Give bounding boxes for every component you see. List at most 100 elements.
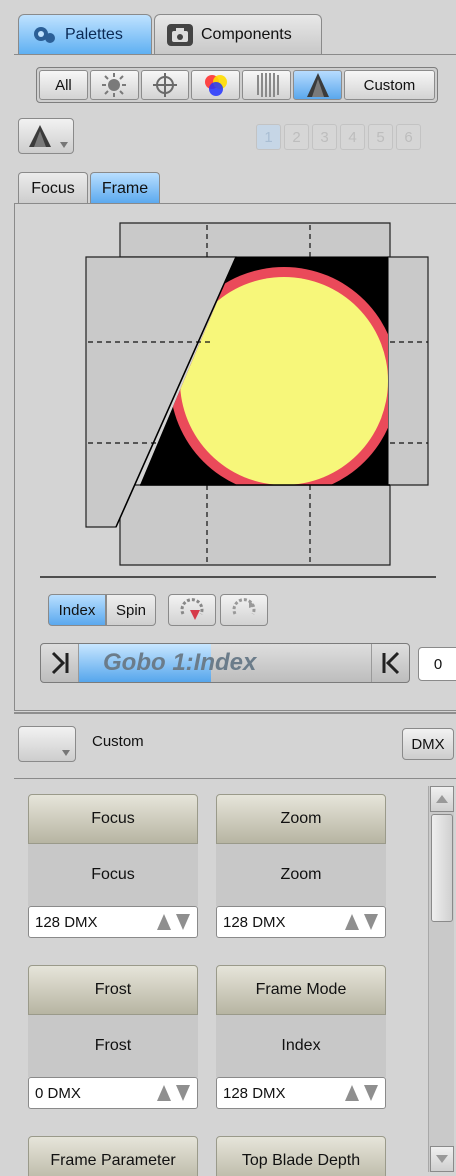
param-header: Frame Parameter xyxy=(28,1136,198,1176)
param-header: Frame Mode xyxy=(216,965,386,1015)
dmx-button-label: DMX xyxy=(411,735,445,753)
chevron-up-icon xyxy=(436,795,448,803)
param-value[interactable]: Zoom xyxy=(216,844,386,906)
tab-palettes[interactable]: Palettes xyxy=(18,14,152,54)
palette-type-dropdown[interactable] xyxy=(18,118,74,154)
param-header-label: Focus xyxy=(91,810,135,827)
index-mode-label: Index xyxy=(58,601,96,619)
tab-frame-label: Frame xyxy=(101,179,149,197)
dmx-value: 128 DMX xyxy=(223,913,286,931)
right-blade xyxy=(387,256,429,486)
page-label: 6 xyxy=(404,128,413,146)
fader-label: Gobo 1:Index xyxy=(103,649,257,676)
chevron-down-icon xyxy=(62,750,70,756)
param-value-label: Focus xyxy=(91,866,135,883)
param-card: Frost Frost 0 DMX xyxy=(28,965,198,1109)
param-header: Top Blade Depth xyxy=(216,1136,386,1176)
param-header: Focus xyxy=(28,794,198,844)
rotate-right-button[interactable] xyxy=(220,594,268,626)
arrow-up-icon[interactable] xyxy=(344,913,360,931)
dmx-value: 128 DMX xyxy=(223,1084,286,1102)
arrow-down-icon[interactable] xyxy=(175,913,191,931)
rotate-cw-icon xyxy=(232,598,256,615)
arrow-down-icon[interactable] xyxy=(363,1084,379,1102)
param-card: Focus Focus 128 DMX xyxy=(28,794,198,938)
page-button-2[interactable]: 2 xyxy=(284,124,309,150)
dmx-value: 128 DMX xyxy=(35,913,98,931)
arrow-up-icon[interactable] xyxy=(344,1084,360,1102)
skip-min-icon xyxy=(51,651,68,675)
framing-shutter-diagram[interactable] xyxy=(40,215,440,585)
dmx-value: 0 DMX xyxy=(35,1084,81,1102)
page-label: 3 xyxy=(320,128,329,146)
param-card: Top Blade Depth xyxy=(216,1136,386,1176)
page-label: 1 xyxy=(264,128,273,146)
scroll-down-button[interactable] xyxy=(430,1146,454,1172)
tab-focus[interactable]: Focus xyxy=(18,172,88,204)
page-selector: 1 2 3 4 5 6 xyxy=(256,124,421,150)
page-button-3[interactable]: 3 xyxy=(312,124,337,150)
custom-section-label: Custom xyxy=(92,733,144,750)
color-icon xyxy=(204,75,227,96)
filter-custom-button[interactable]: Custom xyxy=(343,70,435,100)
param-card: Zoom Zoom 128 DMX xyxy=(216,794,386,938)
filter-all-button[interactable]: All xyxy=(39,70,88,100)
dmx-spinbox[interactable]: 128 DMX xyxy=(28,906,198,938)
top-blade xyxy=(119,222,391,258)
filter-color-button[interactable] xyxy=(191,70,241,100)
arrow-up-icon[interactable] xyxy=(156,913,172,931)
spin-mode-button[interactable]: Spin xyxy=(106,594,156,626)
tab-components[interactable]: Components xyxy=(154,14,322,54)
fader-min-button[interactable] xyxy=(41,644,79,682)
chevron-down-icon xyxy=(60,142,68,148)
arrow-up-icon[interactable] xyxy=(156,1084,172,1102)
param-header-label: Zoom xyxy=(280,810,322,827)
tab-focus-label: Focus xyxy=(31,179,75,197)
scroll-thumb[interactable] xyxy=(431,814,453,922)
fader-value-input[interactable]: 0 xyxy=(418,647,456,681)
fader-value: 0 xyxy=(433,655,443,673)
page-button-1[interactable]: 1 xyxy=(256,124,281,150)
custom-group-dropdown[interactable] xyxy=(18,726,76,762)
param-header-label: Frost xyxy=(94,981,132,998)
scroll-up-button[interactable] xyxy=(430,786,454,812)
rotate-left-button[interactable] xyxy=(168,594,216,626)
param-header: Zoom xyxy=(216,794,386,844)
index-mode-button[interactable]: Index xyxy=(48,594,106,626)
page-button-5[interactable]: 5 xyxy=(368,124,393,150)
skip-max-icon xyxy=(382,651,399,675)
fader-max-button[interactable] xyxy=(371,644,409,682)
filter-custom-label: Custom xyxy=(363,76,416,94)
dmx-button[interactable]: DMX xyxy=(402,728,454,760)
parameters-scrollbar[interactable] xyxy=(428,786,454,1172)
arrow-down-icon[interactable] xyxy=(363,913,379,931)
page-button-6[interactable]: 6 xyxy=(396,124,421,150)
rotate-ccw-icon xyxy=(180,598,204,620)
param-value[interactable]: Focus xyxy=(28,844,198,906)
param-value-label: Zoom xyxy=(280,866,322,883)
filter-beam-button[interactable] xyxy=(242,70,292,100)
page-label: 5 xyxy=(376,128,385,146)
filter-beamshape-button[interactable] xyxy=(293,70,342,100)
filter-position-button[interactable] xyxy=(140,70,190,100)
param-card: Frame Mode Index 128 DMX xyxy=(216,965,386,1109)
beamshape-icon xyxy=(306,73,329,97)
beamshape-icon xyxy=(29,125,51,147)
dmx-spinbox[interactable]: 128 DMX xyxy=(216,1077,386,1109)
intensity-icon xyxy=(102,73,127,97)
filter-intensity-button[interactable] xyxy=(89,70,139,100)
tab-frame[interactable]: Frame xyxy=(90,172,160,204)
arrow-down-icon[interactable] xyxy=(175,1084,191,1102)
param-value[interactable]: Index xyxy=(216,1015,386,1077)
param-value-label: Index xyxy=(281,1037,321,1054)
beam-icon xyxy=(256,73,279,97)
dmx-spinbox[interactable]: 128 DMX xyxy=(216,906,386,938)
param-header-label: Top Blade Depth xyxy=(241,1152,361,1169)
param-value[interactable]: Frost xyxy=(28,1015,198,1077)
page-button-4[interactable]: 4 xyxy=(340,124,365,150)
tab-palettes-label: Palettes xyxy=(65,25,123,43)
gobo-index-fader[interactable]: Gobo 1:Index xyxy=(40,643,410,683)
bottom-blade xyxy=(119,484,391,566)
dmx-spinbox[interactable]: 0 DMX xyxy=(28,1077,198,1109)
palettes-icon xyxy=(31,24,57,46)
